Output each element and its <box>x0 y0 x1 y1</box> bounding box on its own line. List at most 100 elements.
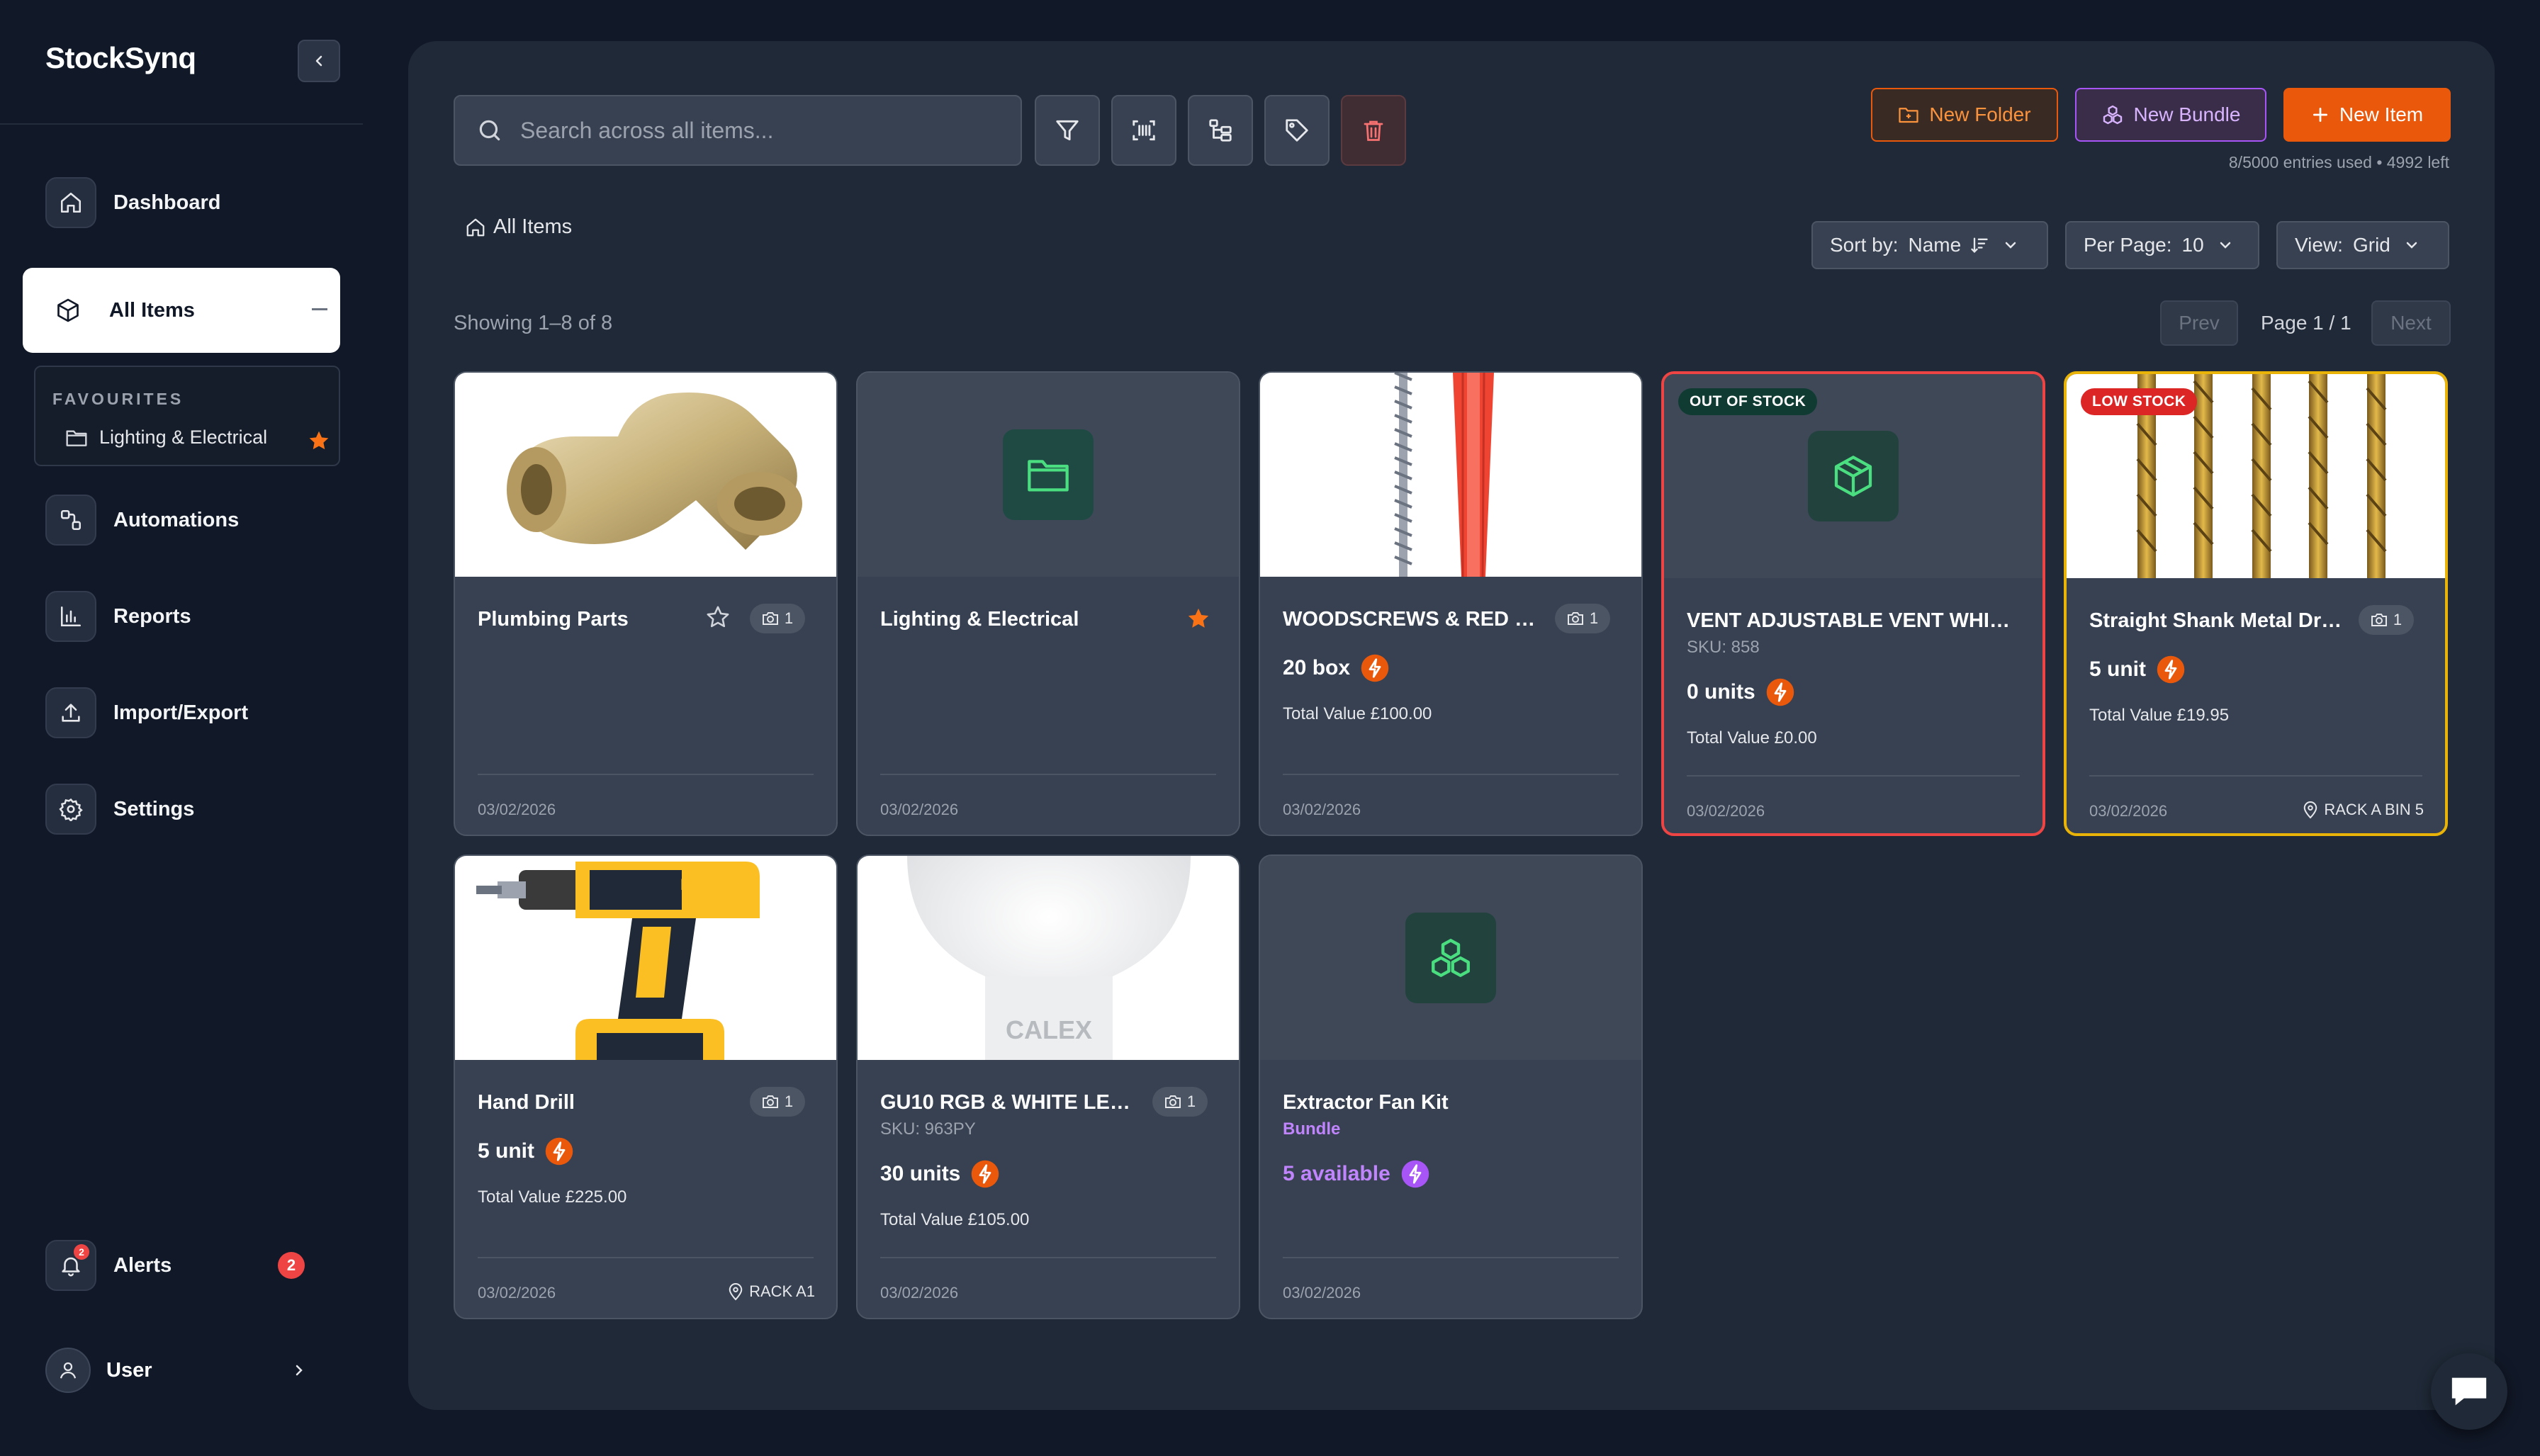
lightning-icon[interactable] <box>1765 677 1795 707</box>
view-label: View: <box>2295 234 2343 256</box>
lightning-icon[interactable] <box>1360 653 1390 683</box>
view-select[interactable]: View: Grid <box>2276 221 2449 269</box>
folder-icon <box>1003 429 1094 520</box>
favourite-item[interactable]: Lighting & Electrical <box>65 427 267 448</box>
photo-count-chip: 1 <box>750 604 805 633</box>
item-card-hand-drill[interactable]: DEWALT Hand Drill 1 5 unit Total Value £… <box>454 854 838 1319</box>
out-of-stock-badge: OUT OF STOCK <box>1678 388 1818 415</box>
bundle-media <box>1260 856 1641 1060</box>
item-image: DEWALT <box>455 856 836 1060</box>
nav-dashboard[interactable]: Dashboard <box>45 177 220 228</box>
home-icon <box>465 217 486 238</box>
item-card-plumbing-parts[interactable]: Plumbing Parts 1 03/02/2026 <box>454 371 838 836</box>
nav-import-export-label: Import/Export <box>113 701 249 724</box>
automation-icon <box>45 495 96 546</box>
search-box[interactable] <box>454 95 1022 166</box>
item-quantity: 5 unit <box>2089 655 2186 684</box>
item-total-value: Total Value £100.00 <box>1283 704 1432 723</box>
item-image: CALEX <box>858 856 1239 1060</box>
item-card-vent[interactable]: OUT OF STOCK VENT ADJUSTABLE VENT WHITE.… <box>1661 371 2045 836</box>
chevron-down-icon <box>2403 237 2420 254</box>
item-date: 03/02/2026 <box>478 801 556 818</box>
chat-button[interactable] <box>2431 1353 2507 1430</box>
item-quantity: 5 unit <box>478 1136 574 1166</box>
package-icon <box>1808 431 1899 521</box>
nav-all-items[interactable]: All Items <box>23 268 340 353</box>
tags-button[interactable] <box>1264 95 1330 166</box>
bundle-card-extractor-fan-kit[interactable]: Extractor Fan Kit Bundle 5 available 03/… <box>1259 854 1643 1319</box>
item-image <box>1260 373 1641 577</box>
item-title: WOODSCREWS & RED WA... <box>1283 608 1538 631</box>
quantity-text: 30 units <box>880 1162 961 1185</box>
bundle-title: Extractor Fan Kit <box>1283 1091 1449 1114</box>
filter-button[interactable] <box>1035 95 1100 166</box>
item-title: Straight Shank Metal Drill ... <box>2089 609 2344 632</box>
photo-count-chip: 1 <box>750 1087 805 1117</box>
star-outline-icon[interactable] <box>706 605 730 629</box>
photo-count-chip: 1 <box>1152 1087 1208 1117</box>
card-divider <box>478 1257 814 1258</box>
usage-text: 8/5000 entries used • 4992 left <box>2228 153 2449 171</box>
nav-reports[interactable]: Reports <box>45 591 191 642</box>
sort-select[interactable]: Sort by: Name <box>1811 221 2048 269</box>
nav-reports-label: Reports <box>113 604 191 628</box>
quantity-text: 20 box <box>1283 656 1351 679</box>
sidebar-divider <box>0 123 363 125</box>
item-date: 03/02/2026 <box>880 1284 959 1302</box>
item-total-value: Total Value £105.00 <box>880 1210 1030 1229</box>
photo-count: 1 <box>1589 609 1599 627</box>
search-input[interactable] <box>520 117 1016 144</box>
item-card-gu10-bulb[interactable]: CALEX GU10 RGB & WHITE LED S... SKU: 963… <box>856 854 1240 1319</box>
collapse-sidebar-button[interactable] <box>298 40 340 82</box>
tree-view-button[interactable] <box>1188 95 1253 166</box>
star-filled-icon[interactable] <box>1186 606 1210 631</box>
item-total-value: Total Value £0.00 <box>1687 728 1817 747</box>
nav-settings-label: Settings <box>113 797 195 820</box>
lightning-icon[interactable] <box>1400 1159 1430 1189</box>
boxes-icon <box>1405 913 1496 1003</box>
lightning-icon[interactable] <box>544 1136 574 1166</box>
card-divider <box>1283 1257 1619 1258</box>
item-card-woodscrews[interactable]: WOODSCREWS & RED WA... 1 20 box Total Va… <box>1259 371 1643 836</box>
map-pin-icon <box>2303 801 2318 819</box>
star-filled-icon[interactable] <box>308 429 330 452</box>
location-text: RACK A BIN 5 <box>2324 801 2424 818</box>
card-divider <box>1687 775 2020 777</box>
search-icon <box>479 120 500 141</box>
item-image <box>455 373 836 577</box>
scan-barcode-button[interactable] <box>1111 95 1176 166</box>
delete-button[interactable] <box>1341 95 1406 166</box>
lightning-icon[interactable] <box>970 1159 1000 1189</box>
lightning-icon[interactable] <box>2156 655 2186 684</box>
nav-automations[interactable]: Automations <box>45 495 239 546</box>
bar-chart-icon <box>45 591 96 642</box>
folder-icon <box>65 428 88 448</box>
collapse-minus-icon[interactable] <box>312 308 327 310</box>
new-item-button[interactable]: New Item <box>2283 88 2451 142</box>
per-page-select[interactable]: Per Page: 10 <box>2065 221 2259 269</box>
camera-icon <box>2371 612 2388 628</box>
new-item-label: New Item <box>2339 103 2424 125</box>
item-date: 03/02/2026 <box>1283 801 1361 818</box>
next-page-button[interactable]: Next <box>2371 300 2451 346</box>
cube-icon <box>55 298 81 323</box>
folder-card-lighting-electrical[interactable]: Lighting & Electrical 03/02/2026 <box>856 371 1240 836</box>
per-page-label: Per Page: <box>2084 234 2172 256</box>
new-folder-button[interactable]: New Folder <box>1871 88 2058 142</box>
user-label: User <box>106 1358 152 1382</box>
item-card-drill-bits[interactable]: LOW STOCK Straight Shank Metal Drill ...… <box>2064 371 2448 836</box>
nav-settings[interactable]: Settings <box>45 784 194 835</box>
nav-import-export[interactable]: Import/Export <box>45 687 248 738</box>
photo-count: 1 <box>784 609 794 627</box>
camera-icon <box>762 1094 779 1110</box>
user-menu[interactable]: User <box>45 1348 308 1393</box>
user-avatar-icon <box>45 1348 91 1393</box>
favourites-title: FAVOURITES <box>52 390 184 408</box>
new-bundle-button[interactable]: New Bundle <box>2075 88 2266 142</box>
view-value: Grid <box>2352 234 2390 256</box>
prev-page-button[interactable]: Prev <box>2160 300 2238 346</box>
photo-count: 1 <box>1186 1093 1196 1110</box>
alerts-mini-badge: 2 <box>74 1244 89 1260</box>
breadcrumb[interactable]: All Items <box>465 215 572 239</box>
app-logo: StockSynq <box>45 41 196 74</box>
